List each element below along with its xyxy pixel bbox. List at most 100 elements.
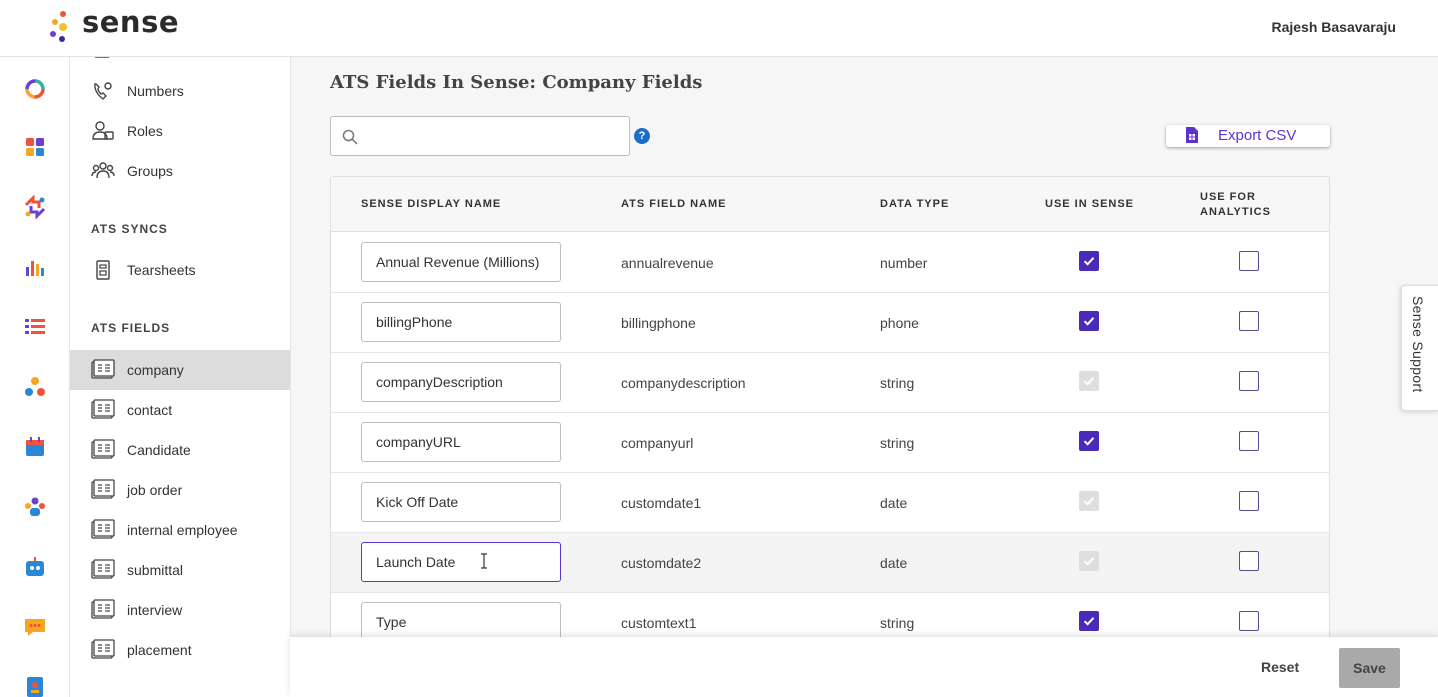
nav-label: company bbox=[127, 362, 184, 378]
field-form-icon bbox=[91, 399, 115, 421]
data-type: phone bbox=[880, 315, 919, 331]
logo-text: sense bbox=[82, 5, 180, 39]
nav-item-contact[interactable]: contact bbox=[70, 390, 290, 430]
use-for-analytics-checkbox[interactable] bbox=[1239, 551, 1259, 571]
nav-item-placement[interactable]: placement bbox=[70, 630, 290, 670]
sense-support-label: Sense Support bbox=[1410, 296, 1426, 393]
display-name-input[interactable] bbox=[361, 542, 561, 582]
nav-label: internal employee bbox=[127, 522, 238, 538]
search-icon bbox=[342, 129, 358, 145]
field-form-icon bbox=[91, 479, 115, 501]
nav-label: Candidate bbox=[127, 442, 191, 458]
use-in-sense-checkbox-disabled bbox=[1079, 491, 1099, 511]
use-for-analytics-checkbox[interactable] bbox=[1239, 491, 1259, 511]
sync-arrows-icon[interactable] bbox=[23, 195, 47, 219]
nav-item-candidate[interactable]: Candidate bbox=[70, 430, 290, 470]
use-in-sense-checkbox-disabled bbox=[1079, 551, 1099, 571]
nav-section-ats-syncs: ATS SYNCS bbox=[91, 222, 168, 236]
list-icon[interactable] bbox=[23, 315, 47, 339]
display-name-input[interactable] bbox=[361, 422, 561, 462]
use-for-analytics-checkbox[interactable] bbox=[1239, 431, 1259, 451]
ats-field-name: customtext1 bbox=[621, 615, 697, 631]
nav-label: interview bbox=[127, 602, 183, 618]
dashboard-grid-icon[interactable] bbox=[23, 135, 47, 159]
use-in-sense-checkbox[interactable] bbox=[1079, 311, 1099, 331]
settings-nav: Numbers Roles Groups ATS SYNCS Tearsheet… bbox=[70, 57, 291, 697]
use-for-analytics-checkbox[interactable] bbox=[1239, 611, 1259, 631]
reset-button[interactable]: Reset bbox=[1261, 659, 1299, 675]
header-data-type[interactable]: DATA TYPE bbox=[880, 198, 949, 210]
field-form-icon bbox=[91, 639, 115, 661]
user-name[interactable]: Rajesh Basavaraju bbox=[1271, 19, 1396, 35]
nav-label: Groups bbox=[127, 163, 173, 179]
ats-field-name: companyurl bbox=[621, 435, 694, 451]
table-row: companyurl string bbox=[331, 413, 1329, 473]
contacts-book-icon[interactable] bbox=[23, 675, 47, 697]
search-box[interactable] bbox=[330, 116, 630, 156]
nav-section-ats-fields: ATS FIELDS bbox=[91, 321, 171, 335]
csv-file-icon bbox=[1186, 127, 1198, 143]
messages-icon[interactable] bbox=[23, 615, 47, 639]
display-name-input[interactable] bbox=[361, 602, 561, 642]
use-in-sense-checkbox[interactable] bbox=[1079, 251, 1099, 271]
analytics-bars-icon[interactable] bbox=[23, 255, 47, 279]
nav-item-interview[interactable]: interview bbox=[70, 590, 290, 630]
nav-item-groups[interactable]: Groups bbox=[70, 151, 290, 191]
use-in-sense-checkbox-disabled bbox=[1079, 371, 1099, 391]
header-display-name[interactable]: SENSE DISPLAY NAME bbox=[361, 198, 501, 210]
display-name-input[interactable] bbox=[361, 362, 561, 402]
display-name-input[interactable] bbox=[361, 302, 561, 342]
use-in-sense-checkbox[interactable] bbox=[1079, 611, 1099, 631]
data-type: date bbox=[880, 495, 908, 511]
nav-label: Tearsheets bbox=[127, 262, 196, 278]
sense-support-tab[interactable]: Sense Support bbox=[1401, 285, 1438, 411]
save-button[interactable]: Save bbox=[1339, 648, 1400, 688]
export-csv-button[interactable]: Export CSV bbox=[1166, 125, 1330, 147]
use-in-sense-checkbox[interactable] bbox=[1079, 431, 1099, 451]
nav-label: contact bbox=[127, 402, 173, 418]
team-icon[interactable] bbox=[23, 495, 47, 519]
sense-ring-icon[interactable] bbox=[23, 77, 47, 101]
ats-field-name: customdate2 bbox=[621, 555, 702, 571]
ats-field-name: annualrevenue bbox=[621, 255, 714, 271]
data-type: string bbox=[880, 375, 915, 391]
table-row: customdate2 date bbox=[331, 533, 1329, 593]
nav-item-numbers[interactable]: Numbers bbox=[70, 71, 290, 111]
fields-table: SENSE DISPLAY NAME ATS FIELD NAME DATA T… bbox=[330, 176, 1330, 646]
nav-item-tearsheets[interactable]: Tearsheets bbox=[70, 250, 290, 290]
nav-item-internal-employee[interactable]: internal employee bbox=[70, 510, 290, 550]
display-name-input[interactable] bbox=[361, 482, 561, 522]
nav-item-job-order[interactable]: job order bbox=[70, 470, 290, 510]
table-row: annualrevenue number bbox=[331, 233, 1329, 293]
export-csv-label: Export CSV bbox=[1218, 127, 1297, 144]
nav-item-company[interactable]: company bbox=[70, 350, 290, 390]
header-use-for-analytics[interactable]: USE FOR ANALYTICS bbox=[1200, 191, 1271, 218]
table-row: companydescription string bbox=[331, 353, 1329, 413]
field-form-icon bbox=[91, 519, 115, 541]
data-type: string bbox=[880, 615, 915, 631]
display-name-input[interactable] bbox=[361, 242, 561, 282]
nav-item-submittal[interactable]: submittal bbox=[70, 550, 290, 590]
ats-field-name: billingphone bbox=[621, 315, 696, 331]
people-network-icon[interactable] bbox=[23, 375, 47, 399]
use-for-analytics-checkbox[interactable] bbox=[1239, 311, 1259, 331]
nav-label: Numbers bbox=[127, 83, 184, 99]
groups-icon bbox=[91, 162, 115, 179]
header-use-in-sense[interactable]: USE IN SENSE bbox=[1045, 198, 1134, 210]
use-for-analytics-checkbox[interactable] bbox=[1239, 371, 1259, 391]
calendar-icon[interactable] bbox=[23, 435, 47, 459]
phone-settings-icon bbox=[94, 82, 112, 100]
search-input[interactable] bbox=[365, 125, 615, 147]
field-form-icon bbox=[91, 559, 115, 581]
table-row: billingphone phone bbox=[331, 293, 1329, 353]
help-icon[interactable]: ? bbox=[634, 128, 650, 144]
table-row: customdate1 date bbox=[331, 473, 1329, 533]
field-form-icon bbox=[91, 439, 115, 461]
chatbot-icon[interactable] bbox=[23, 555, 47, 579]
header-ats-field-name[interactable]: ATS FIELD NAME bbox=[621, 198, 726, 210]
table-header: SENSE DISPLAY NAME ATS FIELD NAME DATA T… bbox=[331, 177, 1329, 232]
sense-logo-dots-icon bbox=[50, 11, 67, 42]
use-for-analytics-checkbox[interactable] bbox=[1239, 251, 1259, 271]
field-form-icon bbox=[91, 359, 115, 381]
nav-item-roles[interactable]: Roles bbox=[70, 111, 290, 151]
